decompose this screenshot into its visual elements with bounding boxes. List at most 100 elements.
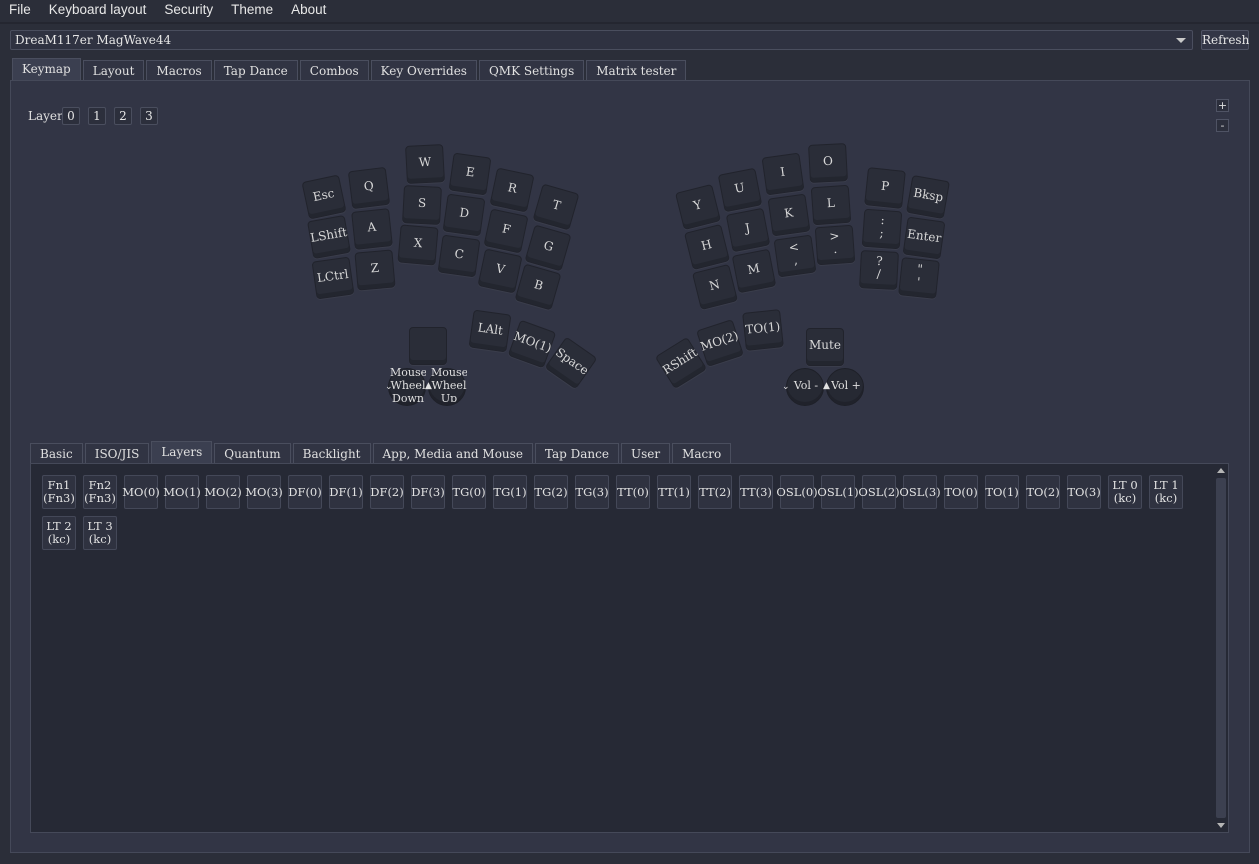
key-to1[interactable]: TO(1) bbox=[742, 309, 784, 351]
key-u[interactable]: U bbox=[717, 167, 763, 213]
tab-app-media-mouse[interactable]: App, Media and Mouse bbox=[372, 443, 533, 464]
menu-keyboard-layout[interactable]: Keyboard layout bbox=[40, 0, 156, 22]
keycode-button[interactable]: TT(1) bbox=[657, 475, 691, 509]
key-v[interactable]: V bbox=[477, 248, 523, 294]
device-select[interactable]: DreaM117er MagWave44 bbox=[10, 30, 1193, 50]
key-s[interactable]: S bbox=[402, 185, 442, 225]
keycode-button[interactable]: TO(2) bbox=[1026, 475, 1060, 509]
key-enter[interactable]: Enter bbox=[902, 216, 946, 260]
tab-backlight[interactable]: Backlight bbox=[292, 443, 371, 464]
zoom-out-button[interactable]: - bbox=[1216, 119, 1229, 132]
key-c[interactable]: C bbox=[437, 234, 481, 278]
keycode-button[interactable]: OSL(3) bbox=[899, 475, 941, 509]
tab-macro[interactable]: Macro bbox=[672, 443, 732, 464]
key-j[interactable]: J bbox=[725, 207, 771, 253]
keycode-button[interactable]: MO(3) bbox=[245, 475, 283, 509]
keycode-button[interactable]: TO(3) bbox=[1067, 475, 1101, 509]
tab-matrix-tester[interactable]: Matrix tester bbox=[586, 60, 687, 81]
tab-tap-dance[interactable]: Tap Dance bbox=[213, 60, 298, 81]
key-quote[interactable]: " ' bbox=[898, 257, 940, 299]
layer-button-0[interactable]: 0 bbox=[62, 107, 80, 125]
key-lalt[interactable]: LAlt bbox=[468, 309, 512, 353]
keycode-button[interactable]: TG(1) bbox=[493, 475, 527, 509]
tab-tap-dance-keycodes[interactable]: Tap Dance bbox=[534, 443, 619, 464]
key-z[interactable]: Z bbox=[354, 249, 396, 291]
keycode-button[interactable]: Fn2 (Fn3) bbox=[83, 475, 117, 509]
key-i[interactable]: I bbox=[761, 152, 805, 196]
menu-security[interactable]: Security bbox=[155, 0, 222, 22]
keycode-button[interactable]: TO(1) bbox=[985, 475, 1019, 509]
key-x[interactable]: X bbox=[397, 224, 439, 266]
key-period[interactable]: > . bbox=[814, 224, 856, 266]
keycode-button[interactable]: OSL(0) bbox=[776, 475, 818, 509]
tab-layout[interactable]: Layout bbox=[82, 60, 145, 81]
menu-theme[interactable]: Theme bbox=[222, 0, 282, 22]
key-q[interactable]: Q bbox=[347, 166, 391, 210]
key-k[interactable]: K bbox=[767, 193, 811, 237]
key-bksp[interactable]: Bksp bbox=[905, 174, 951, 220]
tab-iso-jis[interactable]: ISO/JIS bbox=[84, 443, 150, 464]
keycode-button[interactable]: MO(2) bbox=[204, 475, 242, 509]
key-semicolon[interactable]: : ; bbox=[861, 208, 903, 250]
key-blank[interactable] bbox=[409, 327, 447, 365]
main-tab-bar: Keymap Layout Macros Tap Dance Combos Ke… bbox=[12, 58, 688, 81]
key-slash[interactable]: ? / bbox=[859, 250, 899, 290]
tab-layers[interactable]: Layers bbox=[151, 441, 213, 464]
keycode-button[interactable]: MO(1) bbox=[163, 475, 201, 509]
keycode-button[interactable]: LT 0 (kc) bbox=[1108, 475, 1142, 509]
layer-button-3[interactable]: 3 bbox=[140, 107, 158, 125]
tab-keymap[interactable]: Keymap bbox=[12, 58, 81, 81]
zoom-in-button[interactable]: + bbox=[1216, 99, 1229, 112]
key-comma[interactable]: < , bbox=[773, 234, 817, 278]
keycode-button[interactable]: DF(1) bbox=[329, 475, 363, 509]
key-d[interactable]: D bbox=[442, 193, 486, 237]
tab-user[interactable]: User bbox=[620, 443, 671, 464]
key-lctrl[interactable]: LCtrl bbox=[311, 256, 355, 300]
layer-button-1[interactable]: 1 bbox=[88, 107, 106, 125]
keycode-button[interactable]: TG(3) bbox=[575, 475, 609, 509]
keycode-button[interactable]: OSL(2) bbox=[858, 475, 900, 509]
scroll-down-icon[interactable] bbox=[1217, 823, 1225, 828]
keycode-button[interactable]: TT(0) bbox=[616, 475, 650, 509]
key-p[interactable]: P bbox=[864, 167, 906, 209]
menu-about[interactable]: About bbox=[282, 0, 335, 22]
key-a[interactable]: A bbox=[351, 208, 393, 250]
tab-combos[interactable]: Combos bbox=[299, 60, 369, 81]
tab-basic[interactable]: Basic bbox=[30, 443, 83, 464]
menu-file[interactable]: File bbox=[0, 0, 40, 22]
refresh-button[interactable]: Refresh bbox=[1201, 30, 1249, 50]
keycode-button[interactable]: TO(0) bbox=[944, 475, 978, 509]
key-r[interactable]: R bbox=[489, 167, 535, 213]
key-f[interactable]: F bbox=[483, 208, 529, 254]
keycode-button[interactable]: OSL(1) bbox=[817, 475, 859, 509]
tab-macros[interactable]: Macros bbox=[146, 60, 212, 81]
keycode-button[interactable]: LT 3 (kc) bbox=[83, 516, 117, 550]
keycode-button[interactable]: Fn1 (Fn3) bbox=[42, 475, 76, 509]
tab-qmk-settings[interactable]: QMK Settings bbox=[478, 60, 585, 81]
keycode-button[interactable]: TG(0) bbox=[452, 475, 486, 509]
keycode-button[interactable]: LT 2 (kc) bbox=[42, 516, 76, 550]
key-m[interactable]: M bbox=[731, 248, 777, 294]
layer-button-2[interactable]: 2 bbox=[114, 107, 132, 125]
tab-quantum[interactable]: Quantum bbox=[214, 443, 291, 464]
keycode-button[interactable]: LT 1 (kc) bbox=[1149, 475, 1183, 509]
tab-key-overrides[interactable]: Key Overrides bbox=[370, 60, 477, 81]
keycode-button[interactable]: TG(2) bbox=[534, 475, 568, 509]
keycode-button[interactable]: TT(3) bbox=[739, 475, 773, 509]
key-lshift[interactable]: LShift bbox=[306, 214, 352, 260]
scroll-up-icon[interactable] bbox=[1217, 468, 1225, 473]
scrollbar-thumb[interactable] bbox=[1216, 478, 1226, 818]
keycode-button[interactable]: DF(0) bbox=[288, 475, 322, 509]
key-mute[interactable]: Mute bbox=[806, 328, 844, 366]
encoder-right-up-label: Vol + bbox=[831, 379, 861, 392]
key-w[interactable]: W bbox=[405, 144, 445, 184]
key-o[interactable]: O bbox=[808, 143, 848, 183]
keycode-button[interactable]: TT(2) bbox=[698, 475, 732, 509]
keycode-button[interactable]: DF(2) bbox=[370, 475, 404, 509]
keycode-scrollbar[interactable] bbox=[1214, 464, 1228, 832]
keycode-button[interactable]: DF(3) bbox=[411, 475, 445, 509]
keycode-button[interactable]: MO(0) bbox=[122, 475, 160, 509]
key-l[interactable]: L bbox=[810, 184, 852, 226]
key-e[interactable]: E bbox=[448, 152, 492, 196]
key-esc[interactable]: Esc bbox=[301, 174, 347, 220]
